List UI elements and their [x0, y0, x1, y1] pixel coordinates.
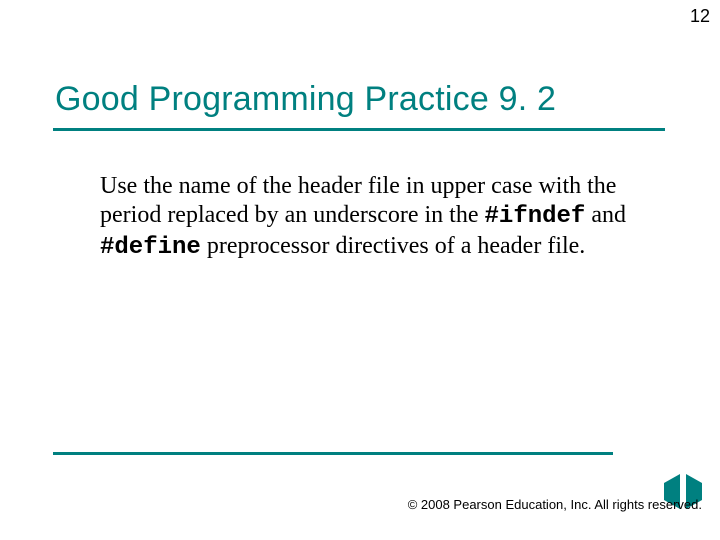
slide-title: Good Programming Practice 9. 2: [55, 80, 556, 119]
copyright-symbol: ©: [408, 497, 418, 512]
body-text: Use the name of the header file in upper…: [100, 172, 640, 262]
page-number: 12: [690, 6, 710, 27]
footer-text: 2008 Pearson Education, Inc. All rights …: [417, 497, 702, 512]
code-define: #define: [100, 234, 201, 261]
bottom-rule: [53, 452, 613, 455]
body-segment: preprocessor directives of a header file…: [201, 233, 585, 259]
title-underline: [53, 128, 665, 131]
body-segment: and: [585, 202, 626, 228]
slide: 12 Good Programming Practice 9. 2 Use th…: [0, 0, 720, 540]
code-ifndef: #ifndef: [485, 203, 586, 230]
footer: © 2008 Pearson Education, Inc. All right…: [350, 497, 702, 512]
